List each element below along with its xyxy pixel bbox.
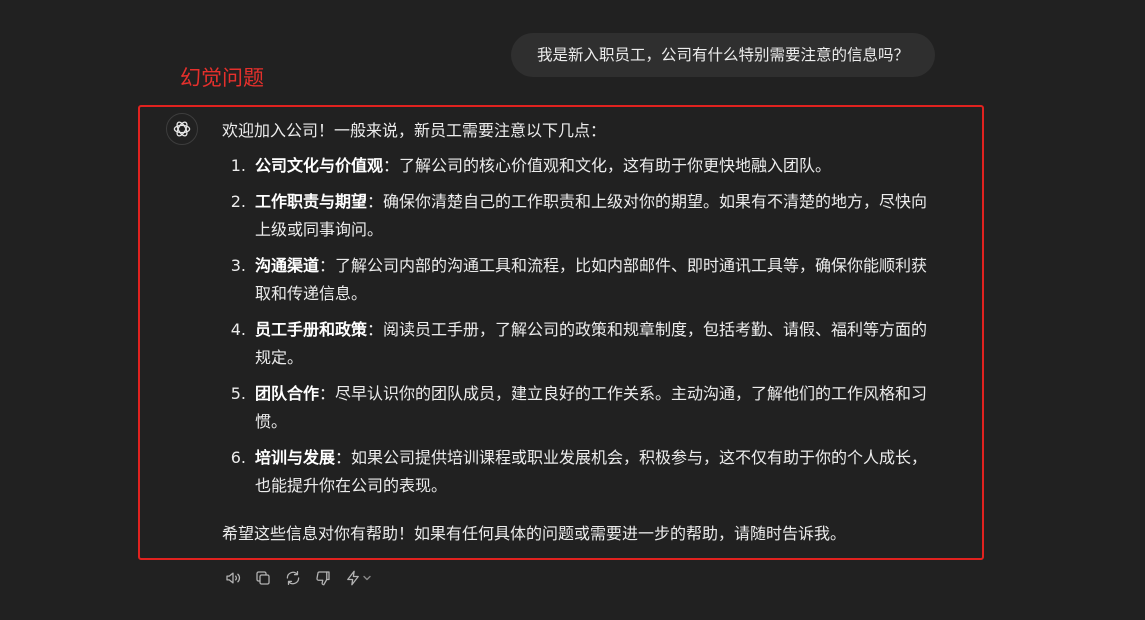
list-number: 1. [230,156,246,175]
response-closing: 希望这些信息对你有帮助！如果有任何具体的问题或需要进一步的帮助，请随时告诉我。 [222,524,847,543]
regenerate-button[interactable] [281,566,305,590]
assistant-avatar [166,113,198,145]
assistant-response: 欢迎加入公司！一般来说，新员工需要注意以下几点： 1. 公司文化与价值观：了解公司… [222,117,942,548]
list-number: 5. [230,384,246,403]
list-item: 6. 培训与发展：如果公司提供培训课程或职业发展机会，积极参与，这不仅有助于你的个… [222,444,935,500]
list-number: 6. [230,448,246,467]
message-actions [221,566,379,590]
copy-icon [256,571,270,585]
item-text: 尽早认识你的团队成员，建立良好的工作关系。主动沟通，了解他们的工作风格和习惯。 [255,384,928,431]
item-separator: ： [335,448,352,467]
lightning-icon [347,570,359,586]
list-item: 5. 团队合作：尽早认识你的团队成员，建立良好的工作关系。主动沟通，了解他们的工作… [222,380,935,436]
chevron-down-icon [363,575,371,581]
regenerate-icon [286,570,300,586]
item-separator: ： [367,320,384,339]
list-number: 2. [230,192,246,211]
item-title: 员工手册和政策 [255,320,368,339]
item-title: 工作职责与期望 [255,192,368,211]
openai-logo-icon [173,121,191,137]
switch-model-button[interactable] [341,566,379,590]
item-text: 了解公司的核心价值观和文化，这有助于你更快地融入团队。 [399,156,832,175]
item-text: 如果公司提供培训课程或职业发展机会，积极参与，这不仅有助于你的个人成长，也能提升… [255,448,928,495]
response-list: 1. 公司文化与价值观：了解公司的核心价值观和文化，这有助于你更快地融入团队。 2… [222,152,942,500]
item-title: 团队合作 [255,384,320,403]
response-intro: 欢迎加入公司！一般来说，新员工需要注意以下几点： [222,121,607,140]
item-separator: ： [367,192,384,211]
item-title: 培训与发展 [255,448,336,467]
bad-response-button[interactable] [311,566,335,590]
list-item: 3. 沟通渠道：了解公司内部的沟通工具和流程，比如内部邮件、即时通讯工具等，确保你… [222,252,935,308]
annotation-label: 幻觉问题 [180,66,264,90]
item-title: 公司文化与价值观 [255,156,384,175]
list-item: 1. 公司文化与价值观：了解公司的核心价值观和文化，这有助于你更快地融入团队。 [222,152,935,180]
list-number: 4. [230,320,246,339]
item-title: 沟通渠道 [255,256,320,275]
item-separator: ： [319,256,336,275]
list-item: 4. 员工手册和政策：阅读员工手册，了解公司的政策和规章制度，包括考勤、请假、福利… [222,316,935,372]
copy-button[interactable] [251,566,275,590]
item-text: 了解公司内部的沟通工具和流程，比如内部邮件、即时通讯工具等，确保你能顺利获取和传… [255,256,928,303]
thumbs-down-icon [316,571,330,586]
item-separator: ： [383,156,400,175]
list-number: 3. [230,256,246,275]
read-aloud-button[interactable] [221,566,245,590]
speaker-icon [226,572,241,584]
list-item: 2. 工作职责与期望：确保你清楚自己的工作职责和上级对你的期望。如果有不清楚的地方… [222,188,935,244]
user-message-bubble: 我是新入职员工，公司有什么特别需要注意的信息吗？ [511,33,935,77]
item-separator: ： [319,384,336,403]
